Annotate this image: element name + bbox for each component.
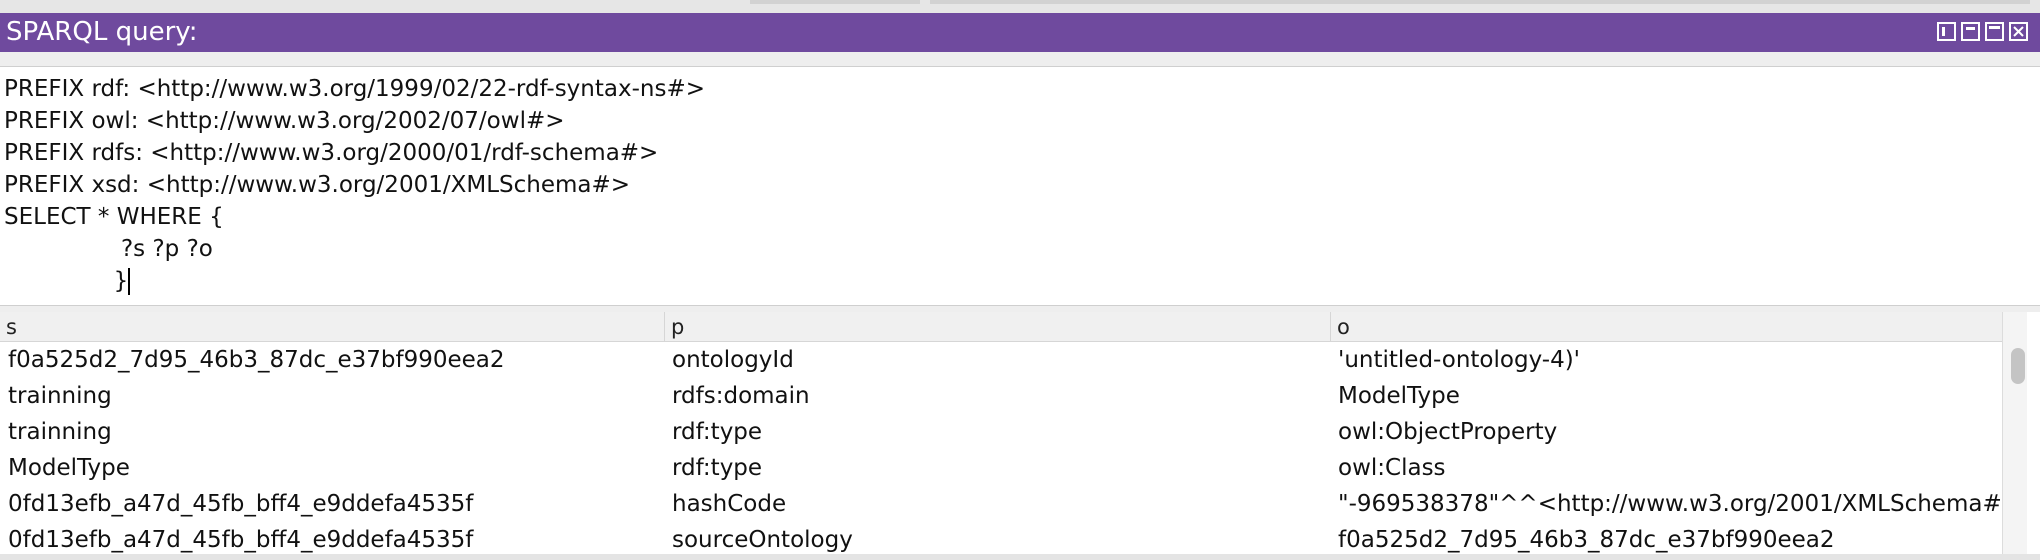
split-vertical-icon[interactable] (1937, 22, 1956, 41)
scrollbar-thumb[interactable] (2011, 348, 2025, 384)
query-line: PREFIX xsd: <http://www.w3.org/2001/XMLS… (4, 172, 631, 198)
panel-title-bar: SPARQL query: (0, 13, 2040, 52)
table-row[interactable]: 0fd13efb_a47d_45fb_bff4_e9ddefa4535f sou… (0, 522, 2002, 558)
cell-s: ModelType (8, 455, 130, 481)
cell-s: trainning (8, 383, 112, 409)
panel-title: SPARQL query: (6, 17, 198, 47)
cell-o: ModelType (1338, 383, 1460, 409)
query-line: PREFIX rdf: <http://www.w3.org/1999/02/2… (4, 76, 705, 102)
query-line-last: } (4, 265, 2036, 297)
top-strip (0, 0, 2040, 13)
cell-s: 0fd13efb_a47d_45fb_bff4_e9ddefa4535f (8, 491, 474, 517)
cell-o: f0a525d2_7d95_46b3_87dc_e37bf990eea2 (1338, 527, 1835, 553)
query-line: } (4, 268, 129, 294)
table-row[interactable]: 0fd13efb_a47d_45fb_bff4_e9ddefa4535f has… (0, 486, 2002, 522)
bottom-border (0, 554, 2040, 560)
column-header-p[interactable]: p (664, 312, 1330, 342)
table-row[interactable]: ModelType rdf:type owl:Class (0, 450, 2002, 486)
table-row[interactable]: f0a525d2_7d95_46b3_87dc_e37bf990eea2 ont… (0, 342, 2002, 378)
query-line: PREFIX rdfs: <http://www.w3.org/2000/01/… (4, 140, 659, 166)
cell-p: hashCode (672, 491, 787, 517)
cell-p: sourceOntology (672, 527, 853, 553)
query-line: PREFIX owl: <http://www.w3.org/2002/07/o… (4, 108, 565, 134)
close-icon[interactable] (2009, 22, 2028, 41)
vertical-scrollbar[interactable] (2002, 312, 2027, 560)
cell-o: 'untitled-ontology-4)' (1338, 347, 1581, 373)
maximize-icon[interactable] (1985, 22, 2004, 41)
query-line: ?s ?p ?o (4, 236, 213, 262)
window-controls (1937, 22, 2028, 41)
column-header-o[interactable]: o (1330, 312, 2002, 342)
cell-s: 0fd13efb_a47d_45fb_bff4_e9ddefa4535f (8, 527, 474, 553)
text-caret (128, 268, 131, 295)
sparql-query-editor[interactable]: PREFIX rdf: <http://www.w3.org/1999/02/2… (0, 66, 2040, 306)
cell-o: owl:ObjectProperty (1338, 419, 1558, 445)
table-header: s p o (0, 312, 2002, 342)
split-horizontal-icon[interactable] (1961, 22, 1980, 41)
cell-p: rdf:type (672, 419, 763, 445)
cell-s: trainning (8, 419, 112, 445)
tab-strip-segment (930, 0, 2030, 4)
tab-strip-segment (750, 0, 920, 4)
cell-o: "-969538378"^^<http://www.w3.org/2001/XM… (1338, 491, 2002, 517)
query-line: SELECT * WHERE { (4, 204, 224, 230)
table-row[interactable]: trainning rdfs:domain ModelType (0, 378, 2002, 414)
cell-o: owl:Class (1338, 455, 1446, 481)
results-table: s p o f0a525d2_7d95_46b3_87dc_e37bf990ee… (0, 312, 2040, 560)
cell-p: rdf:type (672, 455, 763, 481)
cell-p: ontologyId (672, 347, 794, 373)
cell-s: f0a525d2_7d95_46b3_87dc_e37bf990eea2 (8, 347, 505, 373)
table-body: f0a525d2_7d95_46b3_87dc_e37bf990eea2 ont… (0, 342, 2002, 558)
cell-p: rdfs:domain (672, 383, 810, 409)
column-header-s[interactable]: s (0, 312, 664, 342)
table-row[interactable]: trainning rdf:type owl:ObjectProperty (0, 414, 2002, 450)
